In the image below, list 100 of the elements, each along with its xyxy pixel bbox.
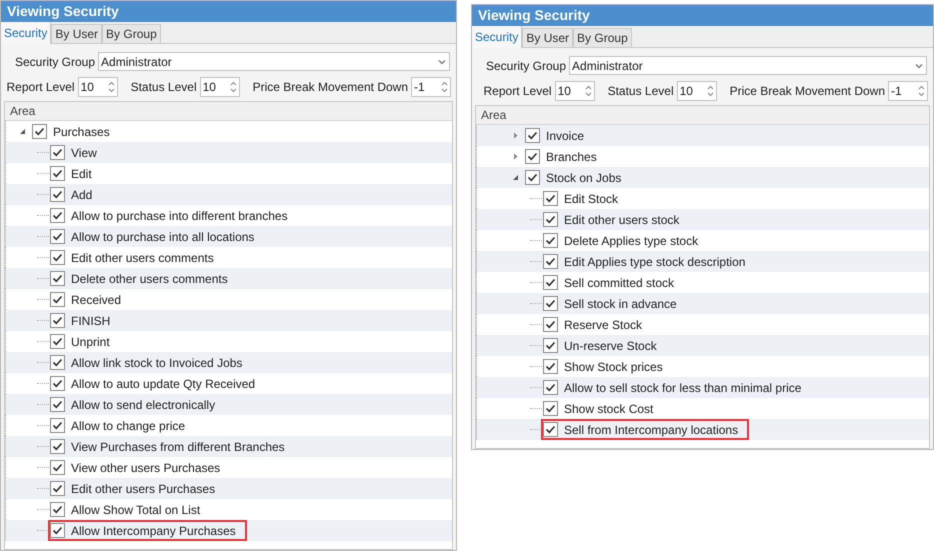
spin-arrows-icon (441, 81, 448, 93)
checkbox[interactable] (50, 460, 65, 475)
checkmark-icon (544, 213, 557, 226)
checkbox[interactable] (543, 401, 558, 416)
spin-field[interactable]: 10 (554, 81, 595, 101)
checkmark-icon (51, 482, 64, 495)
checkmark-icon (51, 503, 64, 516)
tree-item-label: Edit (71, 166, 92, 182)
checkbox[interactable] (50, 145, 65, 160)
tree-item-label: Allow to send electronically (71, 396, 216, 414)
collapse-arrow-icon[interactable] (512, 174, 518, 181)
field-label: Report Level (6, 79, 75, 96)
field-label: Report Level (484, 83, 552, 100)
checkmark-icon (544, 381, 557, 394)
tree-item-label: Allow to purchase into all locations (71, 228, 254, 246)
security-group-dropdown[interactable]: Administrator (569, 56, 927, 75)
checkbox[interactable] (50, 502, 65, 517)
checkbox[interactable] (50, 166, 65, 181)
checkmark-icon (526, 129, 539, 142)
checkbox[interactable] (525, 170, 540, 185)
field-label: Status Level (608, 83, 674, 100)
checkbox[interactable] (50, 397, 65, 412)
checkbox[interactable] (543, 422, 558, 437)
checkbox[interactable] (50, 250, 65, 265)
checkmark-icon (544, 276, 557, 289)
checkbox[interactable] (50, 523, 65, 538)
tree-item-label: Reserve Stock (564, 316, 642, 334)
tab[interactable]: By Group (573, 28, 632, 47)
window-title: Viewing Security (472, 5, 933, 26)
checkbox[interactable] (50, 187, 65, 202)
checkmark-icon (51, 230, 64, 243)
expand-arrow-icon[interactable] (512, 153, 518, 160)
checkbox[interactable] (543, 191, 558, 206)
tree-item-label: Allow Show Total on List (71, 502, 200, 518)
checkmark-icon (51, 251, 64, 264)
checkbox[interactable] (543, 275, 558, 290)
checkbox[interactable] (50, 481, 65, 496)
checkmark-icon (544, 192, 557, 205)
tree-item-label: Edit Applies type stock description (564, 254, 746, 270)
tab[interactable]: Security (472, 26, 522, 48)
checkmark-icon (51, 314, 64, 327)
tab[interactable]: Security (1, 22, 52, 44)
checkmark-icon (51, 146, 64, 159)
collapse-arrow-icon[interactable] (18, 128, 26, 135)
checkbox[interactable] (50, 292, 65, 307)
checkbox[interactable] (543, 338, 558, 353)
checkbox[interactable] (543, 233, 558, 248)
checkbox[interactable] (543, 380, 558, 395)
checkmark-icon (544, 339, 557, 352)
checkbox[interactable] (543, 317, 558, 332)
checkmark-icon (544, 234, 557, 247)
checkbox[interactable] (50, 334, 65, 349)
spin-field[interactable]: 10 (676, 81, 717, 101)
tree-item-label: Delete Applies type stock (564, 232, 698, 250)
checkbox[interactable] (32, 124, 47, 139)
checkbox[interactable] (50, 271, 65, 286)
field-label: Status Level (130, 79, 197, 96)
checkbox[interactable] (525, 149, 540, 164)
security-group-dropdown[interactable]: Administrator (98, 52, 450, 71)
checkbox[interactable] (543, 359, 558, 374)
checkbox[interactable] (50, 376, 65, 391)
field-label: Price Break Movement Down (252, 79, 408, 96)
tree-item-label: FINISH (71, 312, 110, 330)
checkmark-icon (544, 402, 557, 415)
field-label: Security Group (486, 58, 566, 74)
checkbox[interactable] (50, 418, 65, 433)
spin-arrows-icon (584, 85, 592, 97)
checkmark-icon (544, 360, 557, 373)
tree-item-label: Edit other users comments (71, 250, 214, 266)
checkmark-icon (51, 440, 64, 453)
expand-arrow-icon[interactable] (512, 132, 518, 139)
checkmark-icon (51, 398, 64, 411)
checkmark-icon (51, 209, 64, 222)
checkbox[interactable] (543, 212, 558, 227)
spin-field[interactable]: 10 (78, 77, 118, 97)
checkbox[interactable] (525, 128, 540, 143)
tree-item-label: Allow to change price (71, 418, 186, 434)
spin-field[interactable]: 10 (200, 77, 240, 97)
field-label: Security Group (15, 54, 96, 70)
checkbox[interactable] (50, 355, 65, 370)
tree-item-label: Allow to auto update Qty Received (71, 376, 256, 392)
tab[interactable]: By Group (102, 24, 161, 43)
checkbox[interactable] (50, 313, 65, 328)
tab[interactable]: By User (522, 28, 574, 47)
spin-field[interactable]: -1 (411, 77, 451, 97)
checkbox[interactable] (50, 229, 65, 244)
column-header: Area (5, 102, 452, 121)
tab[interactable]: By User (51, 24, 102, 43)
tree-item-label: Invoice (546, 128, 584, 144)
checkmark-icon (33, 125, 46, 138)
checkmark-icon (544, 297, 557, 310)
tree-item-label: Allow to sell stock for less than minimal price (564, 380, 802, 396)
checkmark-icon (526, 171, 539, 184)
tree-item-label: Edit other users Purchases (71, 480, 216, 498)
tree-item-label: Allow link stock to Invoiced Jobs (71, 354, 242, 372)
spin-field[interactable]: -1 (888, 81, 928, 101)
checkbox[interactable] (543, 254, 558, 269)
checkbox[interactable] (50, 208, 65, 223)
checkbox[interactable] (543, 296, 558, 311)
checkbox[interactable] (50, 439, 65, 454)
